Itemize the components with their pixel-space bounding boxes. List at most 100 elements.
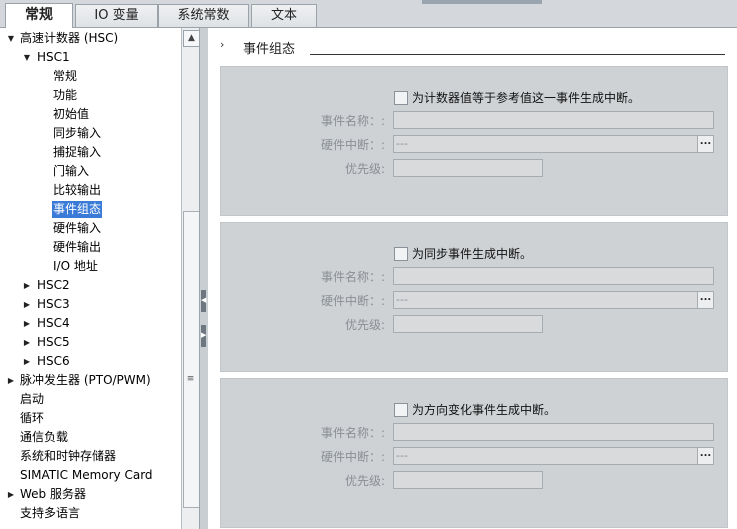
tree-item-function[interactable]: 功能 — [0, 86, 181, 105]
tree-item-multilingual[interactable]: 支持多语言 — [0, 504, 181, 523]
tree-item-capture-input[interactable]: 捕捉输入 — [0, 143, 181, 162]
tree-item-label: HSC2 — [37, 278, 70, 292]
event-name-input[interactable] — [393, 267, 714, 285]
tree-item-label: 初始值 — [53, 107, 90, 121]
tree-item-hsc1[interactable]: ▼ HSC1 — [0, 48, 181, 67]
collapse-left-handle[interactable]: ◀ — [201, 290, 206, 312]
tree-item-label: 事件组态 — [52, 201, 103, 218]
hw-interrupt-select[interactable]: --- — [393, 447, 700, 465]
expand-arrow-icon[interactable]: ▶ — [6, 485, 16, 504]
tree-item-label: 捕捉输入 — [53, 145, 102, 159]
priority-input[interactable] — [393, 315, 543, 333]
tree-item-label: Web 服务器 — [20, 487, 86, 501]
interrupt-checkbox[interactable] — [394, 91, 408, 105]
hw-interrupt-browse-button[interactable]: ... — [697, 291, 714, 309]
arrow-left-icon: ◀ — [201, 296, 207, 304]
priority-label: 优先级: — [344, 318, 385, 332]
event-group-direction: 为方向变化事件生成中断。 事件名称：: 硬件中断：: --- ... 优先级: — [220, 378, 728, 528]
tree-item-io-address[interactable]: I/O 地址 — [0, 257, 181, 276]
tree-item-label: 启动 — [20, 392, 45, 406]
tree-item-compare-output[interactable]: 比较输出 — [0, 181, 181, 200]
expand-arrow-icon[interactable]: ▶ — [22, 352, 32, 371]
tree-item-gate-input[interactable]: 门输入 — [0, 162, 181, 181]
tree-item-memory-card[interactable]: SIMATIC Memory Card — [0, 466, 181, 485]
tree-item-web-server[interactable]: ▶ Web 服务器 — [0, 485, 181, 504]
tree-item-label: 通信负载 — [20, 430, 69, 444]
event-name-input[interactable] — [393, 111, 714, 129]
tree-item-comm-load[interactable]: 通信负载 — [0, 428, 181, 447]
priority-label: 优先级: — [344, 474, 385, 488]
tab-io-tags[interactable]: IO 变量 — [75, 4, 158, 27]
hw-interrupt-browse-button[interactable]: ... — [697, 135, 714, 153]
tab-system-constants[interactable]: 系统常数 — [158, 4, 249, 27]
hw-interrupt-select[interactable]: --- — [393, 135, 700, 153]
tree-item-label: 系统和时钟存储器 — [20, 449, 117, 463]
hw-interrupt-browse-button[interactable]: ... — [697, 447, 714, 465]
tree-item-cycle[interactable]: 循环 — [0, 409, 181, 428]
tree-item-general[interactable]: 常规 — [0, 67, 181, 86]
tab-texts[interactable]: 文本 — [251, 4, 317, 27]
tree-item-label: 支持多语言 — [20, 506, 81, 520]
tree-item-hsc[interactable]: ▼ 高速计数器 (HSC) — [0, 29, 181, 48]
tree-item-hw-output[interactable]: 硬件输出 — [0, 238, 181, 257]
expand-arrow-icon[interactable]: ▶ — [22, 276, 32, 295]
tree-item-label: HSC5 — [37, 335, 70, 349]
tree-item-label: I/O 地址 — [53, 259, 98, 273]
tree-item-label: 比较输出 — [53, 183, 102, 197]
tree-item-hw-input[interactable]: 硬件输入 — [0, 219, 181, 238]
priority-label: 优先级: — [344, 162, 385, 176]
tree-item-label: 硬件输出 — [53, 240, 102, 254]
tree-item-initial-values[interactable]: 初始值 — [0, 105, 181, 124]
hw-interrupt-label: 硬件中断：: — [320, 138, 385, 152]
checkbox-label: 为计数器值等于参考值这一事件生成中断。 — [412, 91, 641, 105]
tree-item-label: 门输入 — [53, 164, 90, 178]
collapse-right-handle[interactable]: ▶ — [201, 325, 206, 347]
expand-arrow-icon[interactable]: ▼ — [22, 48, 32, 67]
event-name-input[interactable] — [393, 423, 714, 441]
tree-item-system-clock-memory[interactable]: 系统和时钟存储器 — [0, 447, 181, 466]
tree-item-hsc5[interactable]: ▶ HSC5 — [0, 333, 181, 352]
expand-arrow-icon[interactable]: ▼ — [6, 29, 16, 48]
event-name-label: 事件名称：: — [320, 426, 385, 440]
tree-item-event-config[interactable]: 事件组态 — [0, 200, 181, 219]
chevron-right-icon[interactable]: › — [220, 38, 224, 51]
expand-arrow-icon[interactable]: ▶ — [22, 295, 32, 314]
expand-arrow-icon[interactable]: ▶ — [22, 314, 32, 333]
navigation-tree: ▼ 高速计数器 (HSC) ▼ HSC1 常规 功能 初始值 同步输入 捕捉输入… — [0, 28, 181, 529]
scroll-up-button[interactable]: ▲ — [183, 30, 200, 47]
interrupt-checkbox[interactable] — [394, 403, 408, 417]
section-divider — [310, 54, 725, 55]
tree-scrollbar[interactable]: ▲ ≡ — [181, 28, 200, 529]
hw-interrupt-label: 硬件中断：: — [320, 294, 385, 308]
tab-general[interactable]: 常规 — [5, 3, 73, 28]
properties-panel: › 事件组态 为计数器值等于参考值这一事件生成中断。 事件名称：: 硬件中断：:… — [208, 28, 737, 529]
checkbox-label: 为同步事件生成中断。 — [412, 247, 533, 261]
expand-arrow-icon[interactable]: ▶ — [6, 371, 16, 390]
scrollbar-thumb[interactable] — [183, 211, 200, 508]
tab-bar: 常规 IO 变量 系统常数 文本 — [0, 0, 737, 28]
tree-item-label: 硬件输入 — [53, 221, 102, 235]
hw-interrupt-select[interactable]: --- — [393, 291, 700, 309]
event-group-counter-ref: 为计数器值等于参考值这一事件生成中断。 事件名称：: 硬件中断：: --- ..… — [220, 66, 728, 216]
window-top-strip — [422, 0, 542, 4]
tree-item-label: HSC4 — [37, 316, 70, 330]
tree-item-label: 脉冲发生器 (PTO/PWM) — [20, 373, 151, 387]
arrow-right-icon: ▶ — [201, 331, 207, 339]
section-header[interactable]: › 事件组态 — [208, 36, 737, 58]
tree-item-startup[interactable]: 启动 — [0, 390, 181, 409]
priority-input[interactable] — [393, 471, 543, 489]
tree-item-sync-input[interactable]: 同步输入 — [0, 124, 181, 143]
tree-item-label: 高速计数器 (HSC) — [20, 31, 119, 45]
section-title: 事件组态 — [243, 42, 296, 57]
event-group-sync: 为同步事件生成中断。 事件名称：: 硬件中断：: --- ... 优先级: — [220, 222, 728, 372]
tree-item-pulse-generator[interactable]: ▶ 脉冲发生器 (PTO/PWM) — [0, 371, 181, 390]
expand-arrow-icon[interactable]: ▶ — [22, 333, 32, 352]
tree-item-hsc2[interactable]: ▶ HSC2 — [0, 276, 181, 295]
tree-item-hsc6[interactable]: ▶ HSC6 — [0, 352, 181, 371]
tree-item-hsc4[interactable]: ▶ HSC4 — [0, 314, 181, 333]
priority-input[interactable] — [393, 159, 543, 177]
checkbox-label: 为方向变化事件生成中断。 — [412, 403, 557, 417]
tree-item-hsc3[interactable]: ▶ HSC3 — [0, 295, 181, 314]
tree-item-label: HSC1 — [37, 50, 70, 64]
interrupt-checkbox[interactable] — [394, 247, 408, 261]
